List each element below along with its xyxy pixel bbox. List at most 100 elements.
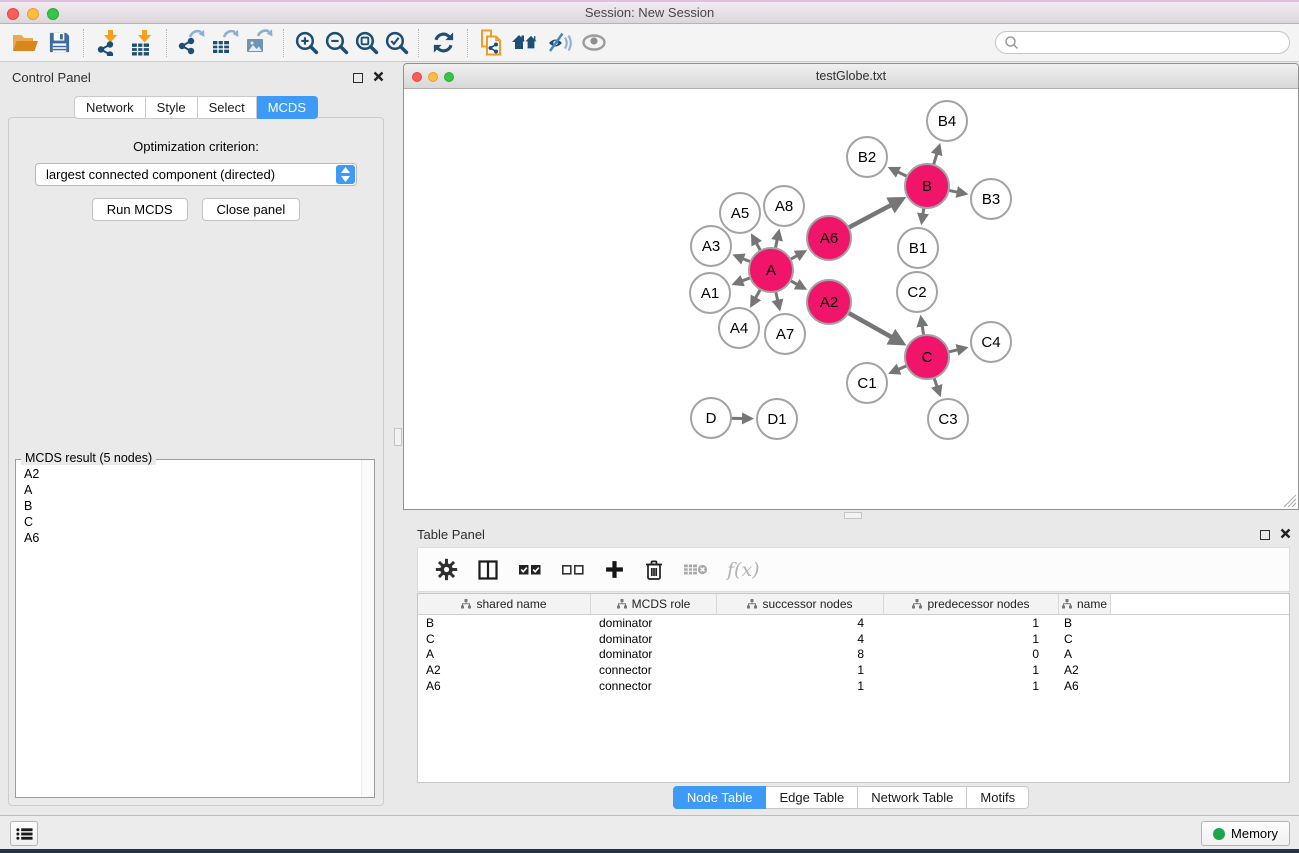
table-cell: C bbox=[418, 632, 591, 646]
run-mcds-button[interactable]: Run MCDS bbox=[92, 198, 188, 221]
table-options-icon[interactable] bbox=[435, 558, 458, 581]
tab-edge-table[interactable]: Edge Table bbox=[766, 786, 858, 809]
graph-node-A5[interactable]: A5 bbox=[719, 192, 761, 234]
mcds-result-item[interactable]: A2 bbox=[24, 466, 366, 482]
search-input[interactable] bbox=[1019, 35, 1281, 50]
graph-node-B1[interactable]: B1 bbox=[897, 227, 939, 269]
column-header-shared-name[interactable]: shared name bbox=[418, 594, 591, 615]
zoom-out-icon[interactable] bbox=[321, 27, 351, 59]
export-network-icon[interactable] bbox=[174, 27, 208, 59]
tab-select[interactable]: Select bbox=[198, 96, 257, 119]
column-header-predecessor-nodes[interactable]: predecessor nodes bbox=[884, 594, 1059, 615]
mcds-result-list[interactable]: A2ABCA6 bbox=[16, 460, 374, 552]
first-neighbors-icon[interactable] bbox=[509, 27, 543, 59]
zoom-selected-icon[interactable] bbox=[381, 27, 411, 59]
close-panel-icon[interactable] bbox=[373, 70, 384, 85]
result-scrollbar[interactable] bbox=[361, 460, 374, 797]
minimize-window-button[interactable] bbox=[27, 8, 39, 20]
deselect-all-rows-icon[interactable] bbox=[561, 562, 585, 577]
delete-table-icon[interactable] bbox=[683, 561, 708, 578]
select-all-rows-icon[interactable] bbox=[518, 562, 542, 577]
graph-node-A1[interactable]: A1 bbox=[689, 272, 731, 314]
export-table-icon[interactable] bbox=[208, 27, 242, 59]
tab-network-table[interactable]: Network Table bbox=[858, 786, 967, 809]
column-header-name[interactable]: name bbox=[1059, 594, 1111, 615]
refresh-view-icon[interactable] bbox=[426, 27, 460, 59]
memory-label: Memory bbox=[1231, 826, 1278, 841]
column-header-MCDS-role[interactable]: MCDS role bbox=[591, 594, 717, 615]
float-panel-icon[interactable] bbox=[353, 73, 363, 83]
tab-mcds[interactable]: MCDS bbox=[257, 96, 318, 119]
graph-node-A2[interactable]: A2 bbox=[806, 279, 852, 325]
table-cell: 1 bbox=[717, 679, 884, 693]
function-builder-icon[interactable]: f(x) bbox=[727, 559, 760, 581]
vertical-split-handle[interactable] bbox=[394, 428, 402, 446]
graph-node-A4[interactable]: A4 bbox=[718, 307, 760, 349]
table-panel-tabs: Node TableEdge TableNetwork TableMotifs bbox=[403, 786, 1299, 809]
control-panel-header: Control Panel bbox=[0, 63, 392, 89]
graph-node-C4[interactable]: C4 bbox=[970, 321, 1012, 363]
table-cell: B bbox=[418, 616, 591, 630]
zoom-in-icon[interactable] bbox=[291, 27, 321, 59]
save-session-icon[interactable] bbox=[42, 27, 76, 59]
graph-node-B2[interactable]: B2 bbox=[846, 136, 888, 178]
mcds-result-item[interactable]: A6 bbox=[24, 530, 366, 546]
table-header-row: shared nameMCDS rolesuccessor nodesprede… bbox=[418, 594, 1289, 615]
show-all-icon[interactable] bbox=[577, 27, 611, 59]
import-table-icon[interactable] bbox=[125, 27, 159, 59]
export-image-icon[interactable] bbox=[242, 27, 276, 59]
mcds-result-item[interactable]: B bbox=[24, 498, 366, 514]
add-column-icon[interactable] bbox=[604, 559, 625, 580]
resize-grip-icon[interactable] bbox=[1283, 494, 1297, 508]
graph-node-B4[interactable]: B4 bbox=[926, 100, 968, 142]
close-window-button[interactable] bbox=[7, 8, 19, 20]
criterion-dropdown[interactable]: largest connected component (directed) bbox=[35, 163, 357, 186]
graph-node-D1[interactable]: D1 bbox=[756, 398, 798, 440]
list-icon bbox=[16, 827, 33, 841]
close-network-button[interactable] bbox=[412, 72, 422, 82]
import-network-icon[interactable] bbox=[91, 27, 125, 59]
zoom-window-button[interactable] bbox=[47, 8, 59, 20]
mcds-result-item[interactable]: C bbox=[24, 514, 366, 530]
graph-node-A7[interactable]: A7 bbox=[764, 313, 806, 355]
graph-node-B3[interactable]: B3 bbox=[970, 178, 1012, 220]
table-row-C[interactable]: Cdominator41C bbox=[418, 631, 1289, 647]
column-header-successor-nodes[interactable]: successor nodes bbox=[717, 594, 884, 615]
close-table-panel-icon[interactable] bbox=[1280, 527, 1291, 542]
delete-column-icon[interactable] bbox=[644, 558, 664, 581]
graph-node-A8[interactable]: A8 bbox=[763, 185, 805, 227]
graph-node-C2[interactable]: C2 bbox=[896, 271, 938, 313]
tab-style[interactable]: Style bbox=[146, 96, 198, 119]
graph-node-A6[interactable]: A6 bbox=[806, 215, 852, 261]
mcds-result-item[interactable]: A bbox=[24, 482, 366, 498]
duplicate-network-icon[interactable] bbox=[475, 27, 509, 59]
task-history-button[interactable] bbox=[10, 821, 38, 846]
open-file-icon[interactable] bbox=[8, 27, 42, 59]
zoom-network-button[interactable] bbox=[444, 72, 454, 82]
table-row-B[interactable]: Bdominator41B bbox=[418, 615, 1289, 631]
table-cell: A2 bbox=[418, 663, 591, 677]
minimize-network-button[interactable] bbox=[428, 72, 438, 82]
show-columns-icon[interactable] bbox=[477, 559, 499, 581]
close-panel-button[interactable]: Close panel bbox=[202, 198, 301, 221]
graph-node-C1[interactable]: C1 bbox=[846, 362, 888, 404]
tab-node-table[interactable]: Node Table bbox=[673, 786, 767, 809]
graph-node-C[interactable]: C bbox=[904, 334, 950, 380]
table-row-A[interactable]: Adominator80A bbox=[418, 647, 1289, 663]
graph-node-A[interactable]: A bbox=[748, 247, 794, 293]
graph-node-C3[interactable]: C3 bbox=[927, 398, 969, 440]
memory-button[interactable]: Memory bbox=[1201, 821, 1290, 846]
graph-node-B[interactable]: B bbox=[904, 163, 950, 209]
float-table-panel-icon[interactable] bbox=[1260, 530, 1270, 540]
table-panel: Table Panel bbox=[403, 520, 1299, 813]
graph-node-D[interactable]: D bbox=[690, 397, 732, 439]
zoom-fit-icon[interactable] bbox=[351, 27, 381, 59]
tab-motifs[interactable]: Motifs bbox=[967, 786, 1029, 809]
tab-network[interactable]: Network bbox=[74, 96, 146, 119]
hide-selected-icon[interactable] bbox=[543, 27, 577, 59]
horizontal-split-handle[interactable] bbox=[844, 512, 862, 519]
table-row-A2[interactable]: A2connector11A2 bbox=[418, 662, 1289, 678]
network-canvas[interactable]: B4 B2 B B3 A8A5 A6 A3 B1 A C2 A1 A2 A4A7 C4 C C1 D C3 D1 bbox=[404, 89, 1298, 509]
table-row-A6[interactable]: A6connector11A6 bbox=[418, 678, 1289, 694]
graph-node-A3[interactable]: A3 bbox=[690, 225, 732, 267]
